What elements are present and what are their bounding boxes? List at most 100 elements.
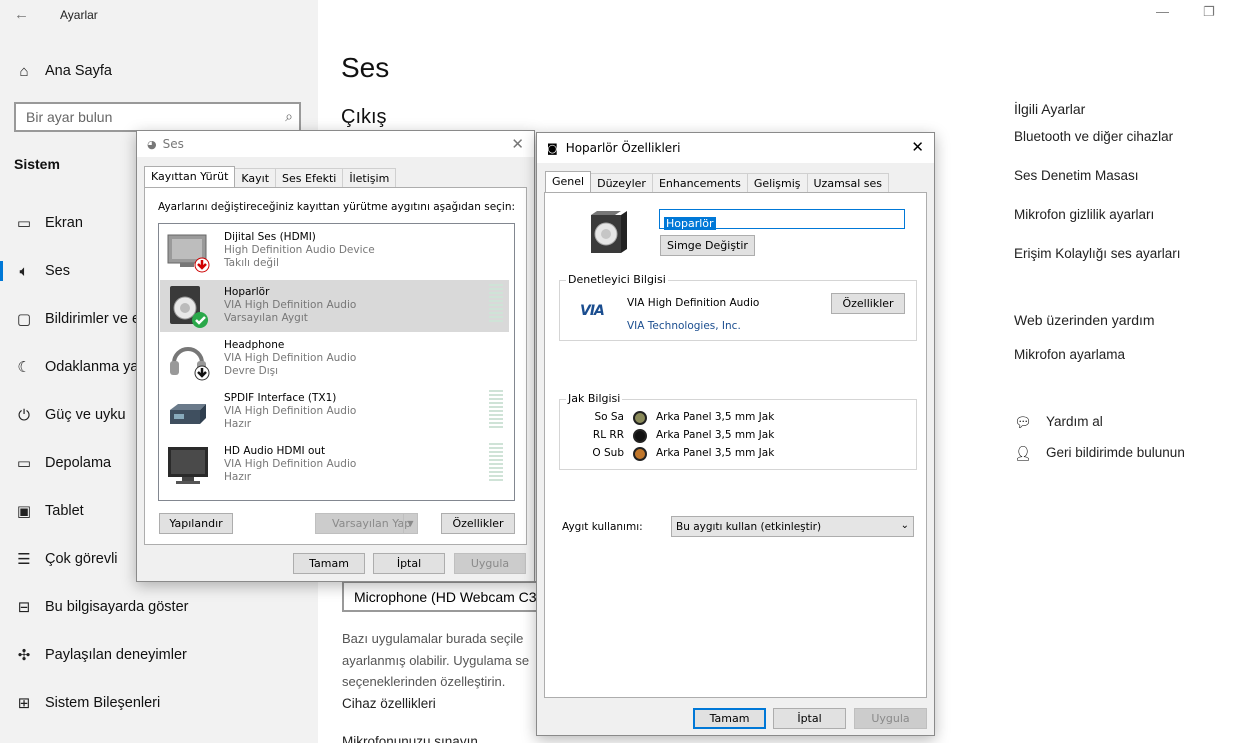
properties-button[interactable]: Özellikler <box>441 513 515 534</box>
section-heading: Sistem <box>14 156 60 172</box>
sidebar-item-label: Paylaşılan deneyimler <box>45 647 187 663</box>
description-line: seçeneklerinden özelleştirin. <box>342 674 506 689</box>
related-link-mic-privacy[interactable]: Mikrofon gizlilik ayarları <box>1014 207 1154 222</box>
tab-sound-effects[interactable]: Ses Efekti <box>275 168 344 187</box>
ok-button[interactable]: Tamam <box>293 553 365 574</box>
apply-button[interactable]: Uygula <box>854 708 927 729</box>
page-title: Ses <box>341 52 390 83</box>
sidebar-item-label: Sistem Bileşenleri <box>45 695 161 711</box>
related-link-bluetooth[interactable]: Bluetooth ve diğer cihazlar <box>1014 129 1173 144</box>
storage-icon: ▭ <box>16 455 32 472</box>
tab-enhancements[interactable]: Enhancements <box>651 173 748 192</box>
microphone-select[interactable]: Microphone (HD Webcam C3 <box>342 581 542 612</box>
jack-color-dot <box>633 447 647 461</box>
level-meter <box>489 284 503 324</box>
list-item-selected[interactable]: Hoparlör VIA High Definition Audio Varsa… <box>160 280 509 332</box>
device-usage-select[interactable]: Bu aygıtı kullan (etkinleştir) ⌄ <box>671 516 914 537</box>
sidebar-item-label: Bildirimler ve e <box>45 311 141 327</box>
close-icon[interactable]: ✕ <box>511 135 524 153</box>
device-driver: VIA High Definition Audio <box>224 299 357 311</box>
sidebar-item-label: Depolama <box>45 455 112 471</box>
device-list: Dijital Ses (HDMI) High Definition Audio… <box>158 223 515 501</box>
cancel-button[interactable]: İptal <box>773 708 846 729</box>
search-icon[interactable]: ⌕ <box>285 108 293 125</box>
device-properties-link[interactable]: Cihaz özellikleri <box>342 696 436 711</box>
get-help-link[interactable]: Yardım al <box>1046 414 1103 429</box>
controller-name: VIA High Definition Audio <box>627 297 760 309</box>
device-driver: VIA High Definition Audio <box>224 458 357 470</box>
jack-location: Arka Panel 3,5 mm Jak <box>656 429 775 441</box>
feedback-link[interactable]: Geri bildirimde bulunun <box>1046 445 1185 460</box>
close-icon[interactable]: ✕ <box>911 138 924 156</box>
sidebar-item-label: Güç ve uyku <box>45 407 126 423</box>
related-link-accessibility[interactable]: Erişim Kolaylığı ses ayarları <box>1014 246 1181 261</box>
apply-button[interactable]: Uygula <box>454 553 526 574</box>
speaker-device-icon <box>585 209 629 255</box>
device-name-input[interactable]: Hoparlör <box>659 209 905 230</box>
related-link-sound-control-panel[interactable]: Ses Denetim Masası <box>1014 168 1139 183</box>
power-icon: ⏻ <box>18 406 30 424</box>
list-item[interactable]: Headphone VIA High Definition Audio Devr… <box>160 333 509 385</box>
speaker-properties-dialog: ◙ Hoparlör Özellikleri ✕ Genel Düzeyler … <box>536 132 935 736</box>
set-default-button[interactable]: Varsayılan Yap ▼ <box>315 513 418 534</box>
sound-app-icon: ◕ <box>147 137 157 151</box>
jack-channel: RL RR <box>592 429 624 441</box>
nav-home[interactable]: ⌂ Ana Sayfa <box>0 51 318 91</box>
sidebar-item-label: Tablet <box>45 503 84 519</box>
web-help-link-mic-setup[interactable]: Mikrofon ayarlama <box>1014 347 1125 362</box>
section-title: Çıkış <box>341 106 387 128</box>
change-icon-button[interactable]: Simge Değiştir <box>660 235 755 256</box>
nav-home-label: Ana Sayfa <box>45 63 112 79</box>
configure-button[interactable]: Yapılandır <box>159 513 233 534</box>
device-usage-value: Bu aygıtı kullan (etkinleştir) <box>676 520 822 533</box>
sidebar-item-sistem-bilesenleri[interactable]: ⊞ Sistem Bileşenleri <box>0 683 318 723</box>
tab-playback[interactable]: Kayıttan Yürüt <box>144 166 236 187</box>
sidebar-item-label: Odaklanma ya <box>45 359 139 375</box>
sidebar-item-bu-bilgisayarda[interactable]: ⊟ Bu bilgisayarda göster <box>0 587 318 627</box>
sidebar-item-paylasilan[interactable]: ✣ Paylaşılan deneyimler <box>0 635 318 675</box>
tab-spatial-sound[interactable]: Uzamsal ses <box>806 173 890 192</box>
tab-levels[interactable]: Düzeyler <box>590 173 653 192</box>
monitor-icon: ▭ <box>16 215 32 232</box>
cancel-button[interactable]: İptal <box>373 553 445 574</box>
web-help-title: Web üzerinden yardım <box>1014 312 1155 328</box>
speaker-app-icon: ◙ <box>547 141 558 155</box>
device-status: Hazır <box>224 471 252 483</box>
search-input[interactable]: Bir ayar bulun ⌕ <box>14 102 301 132</box>
speaker-icon: 🔈︎ <box>19 262 29 280</box>
minimize-icon[interactable]: — <box>1156 4 1169 19</box>
tab-general[interactable]: Genel <box>545 171 592 192</box>
list-item[interactable]: HD Audio HDMI out VIA High Definition Au… <box>160 439 509 491</box>
hdmi-monitor-icon <box>166 229 210 273</box>
device-name: SPDIF Interface (TX1) <box>224 392 337 404</box>
jack-info-label: Jak Bilgisi <box>566 392 623 405</box>
description-line: Bazı uygulamalar burada seçile <box>342 631 524 646</box>
ok-button[interactable]: Tamam <box>693 708 766 729</box>
tab-recording[interactable]: Kayıt <box>234 168 277 187</box>
level-meter <box>489 443 503 483</box>
tablet-icon: ▣ <box>16 503 32 520</box>
headphone-icon <box>166 337 210 381</box>
controller-vendor-link[interactable]: VIA Technologies, Inc. <box>627 320 741 332</box>
jack-color-dot <box>633 429 647 443</box>
hdmi-monitor-icon <box>166 443 210 487</box>
back-arrow-icon[interactable]: ← <box>14 6 29 23</box>
sound-dialog: ◕ Ses ✕ Kayıttan Yürüt Kayıt Ses Efekti … <box>136 130 535 582</box>
input-description: Bazı uygulamalar burada seçile ayarlanmı… <box>342 628 529 693</box>
tab-communications[interactable]: İletişim <box>342 168 397 187</box>
sidebar-item-label: Çok görevli <box>45 551 118 567</box>
list-item[interactable]: SPDIF Interface (TX1) VIA High Definitio… <box>160 386 509 438</box>
chevron-down-icon[interactable]: ▼ <box>403 514 417 533</box>
level-meter <box>489 390 503 430</box>
sound-tabs: Kayıttan Yürüt Kayıt Ses Efekti İletişim <box>144 166 397 187</box>
controller-properties-button[interactable]: Özellikler <box>831 293 905 314</box>
device-status: Hazır <box>224 418 252 430</box>
restore-icon[interactable]: ❐ <box>1203 4 1215 20</box>
jack-color-dot <box>633 411 647 425</box>
tab-advanced[interactable]: Gelişmiş <box>746 173 808 192</box>
list-item[interactable]: Dijital Ses (HDMI) High Definition Audio… <box>160 225 509 277</box>
microphone-select-value: Microphone (HD Webcam C3 <box>354 588 537 605</box>
description-line: ayarlanmış olabilir. Uygulama se <box>342 652 530 668</box>
sidebar-item-label: Ekran <box>45 215 83 231</box>
help-icon: 💬︎ <box>1014 414 1032 430</box>
